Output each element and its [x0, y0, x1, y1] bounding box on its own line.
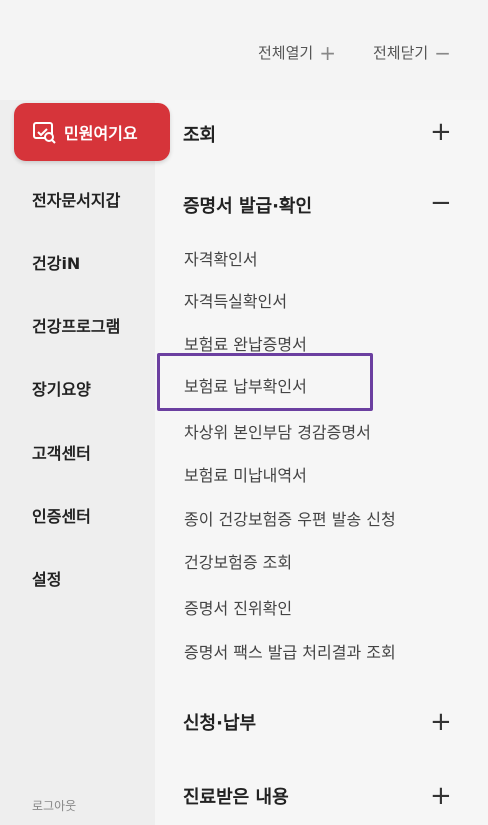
- sidebar-item-auth-center[interactable]: 인증센터: [32, 503, 91, 527]
- highlight-box: [157, 353, 373, 411]
- top-bar: 전체열기 + 전체닫기 −: [0, 0, 488, 100]
- expand-icon[interactable]: +: [430, 709, 452, 735]
- expand-icon[interactable]: +: [430, 119, 452, 145]
- section-apply-pay[interactable]: 신청·납부: [183, 709, 256, 735]
- cert-item[interactable]: 증명서 팩스 발급 처리결과 조회: [184, 639, 396, 663]
- minwon-button[interactable]: 민원여기요: [14, 103, 170, 161]
- cert-item[interactable]: 건강보험증 조회: [184, 549, 292, 573]
- collapse-all-button[interactable]: 전체닫기 −: [373, 42, 451, 63]
- expand-all-label: 전체열기: [258, 44, 314, 62]
- sidebar-item-health-in[interactable]: 건강iN: [32, 250, 80, 274]
- sidebar-item-settings[interactable]: 설정: [32, 566, 61, 590]
- section-inquiry[interactable]: 조회: [183, 121, 216, 147]
- section-certificates[interactable]: 증명서 발급·확인: [183, 192, 312, 218]
- cert-item[interactable]: 보험료 완납증명서: [184, 331, 307, 355]
- cert-item[interactable]: 자격득실확인서: [184, 288, 287, 312]
- document-search-icon: [33, 122, 56, 144]
- expand-icon[interactable]: +: [430, 783, 452, 809]
- logout-link[interactable]: 로그아웃: [32, 797, 76, 814]
- cert-item[interactable]: 종이 건강보험증 우편 발송 신청: [184, 506, 396, 530]
- cert-item[interactable]: 증명서 진위확인: [184, 595, 292, 619]
- sidebar-item-health-program[interactable]: 건강프로그램: [32, 313, 120, 337]
- cert-item[interactable]: 자격확인서: [184, 246, 258, 270]
- cert-item[interactable]: 차상위 본인부담 경감증명서: [184, 419, 371, 443]
- minus-icon: −: [434, 40, 451, 65]
- collapse-all-label: 전체닫기: [373, 44, 429, 62]
- collapse-icon[interactable]: −: [430, 190, 452, 216]
- plus-icon: +: [319, 40, 336, 65]
- sidebar-item-long-term-care[interactable]: 장기요양: [32, 376, 91, 400]
- minwon-label: 민원여기요: [64, 124, 138, 143]
- expand-all-button[interactable]: 전체열기 +: [258, 42, 336, 63]
- sidebar-item-e-wallet[interactable]: 전자문서지갑: [32, 187, 120, 211]
- cert-item[interactable]: 보험료 미납내역서: [184, 462, 307, 486]
- page-title-cropped: [28, 0, 138, 8]
- section-treatment-history[interactable]: 진료받은 내용: [183, 783, 289, 809]
- sidebar-item-customer-center[interactable]: 고객센터: [32, 440, 91, 464]
